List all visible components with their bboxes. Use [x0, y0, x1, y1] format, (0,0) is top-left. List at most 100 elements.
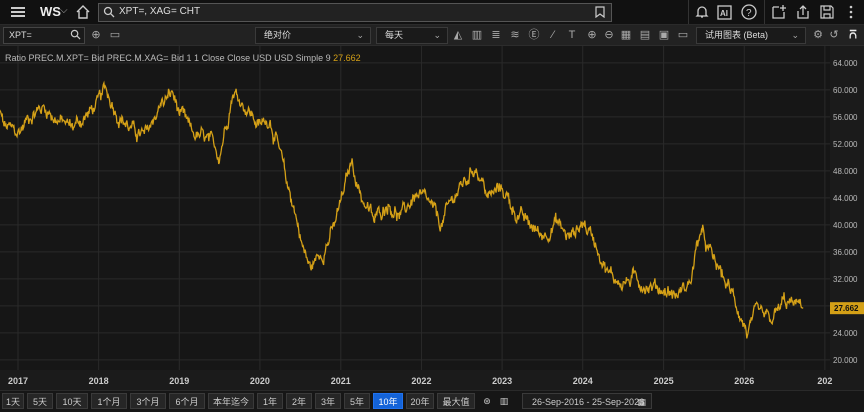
ric-value: XPT=	[9, 30, 32, 40]
y-tick-label: 64.000	[833, 59, 858, 68]
beta-label: 试用图表 (Beta)	[705, 30, 769, 40]
currency-icon[interactable]: Ⓔ	[526, 27, 542, 43]
interval-select[interactable]: 每天 ⌄	[376, 27, 448, 44]
ric-input[interactable]: XPT=	[3, 27, 85, 44]
x-tick-label: 2026	[734, 376, 754, 386]
more-icon[interactable]	[842, 3, 860, 21]
calendar-table-icon[interactable]: ▥	[497, 393, 511, 409]
divider	[764, 0, 765, 24]
series-legend: Ratio PREC.M.XPT= Bid PREC.M.XAG= Bid 1 …	[5, 53, 361, 63]
zoom-out-icon[interactable]: ⊖	[601, 27, 617, 43]
print-icon[interactable]: ▭	[675, 27, 691, 43]
range-button[interactable]: 1年	[257, 393, 283, 409]
new-window-icon[interactable]	[770, 3, 788, 21]
y-tick-label: 32.000	[833, 275, 858, 284]
command-text: XPT=, XAG= CHT	[119, 6, 201, 17]
help-icon[interactable]: ?	[740, 3, 758, 21]
x-tick-label: 2022	[411, 376, 431, 386]
ratio-chart[interactable]: 64.000 60.000 56.000 52.000 48.000 44.000 40.0…	[0, 46, 864, 390]
x-tick-label: 2018	[89, 376, 109, 386]
divider	[688, 0, 689, 24]
x-tick-label: 2020	[250, 376, 270, 386]
x-tick-label: 2025	[654, 376, 674, 386]
compare-icon[interactable]: ⊛	[480, 393, 494, 409]
x-tick-label: 2024	[573, 376, 593, 386]
y-tick-label: 60.000	[833, 86, 858, 95]
zoom-in-icon[interactable]: ⊕	[584, 27, 600, 43]
chevron-down-icon: ⌄	[433, 30, 441, 40]
interval-value: 每天	[385, 30, 404, 40]
calendar-icon: ▦	[637, 397, 646, 407]
range-button[interactable]: 1个月	[91, 393, 127, 409]
gear-icon[interactable]: ⚙	[810, 27, 826, 43]
scale-mode-value: 绝对价	[264, 30, 292, 40]
image-icon[interactable]: ▣	[656, 27, 672, 43]
last-value-label: 27.662	[834, 304, 859, 313]
x-tick-label: 202	[817, 376, 832, 386]
range-button[interactable]: 3个月	[130, 393, 166, 409]
range-button[interactable]: 1天	[2, 393, 24, 409]
y-tick-label: 36.000	[833, 248, 858, 257]
wave-icon[interactable]: ≋	[507, 27, 523, 43]
y-axis-panel	[830, 46, 864, 390]
search-icon	[103, 6, 115, 18]
chevron-down-icon: ⌄	[791, 30, 799, 40]
y-tick-label: 52.000	[833, 140, 858, 149]
y-tick-label: 20.000	[833, 356, 858, 365]
range-button[interactable]: 最大值	[437, 393, 475, 409]
y-tick-label: 40.000	[833, 221, 858, 230]
menu-icon[interactable]	[11, 5, 25, 19]
range-button[interactable]: 10年	[373, 393, 403, 409]
add-series-icon[interactable]: ⊕	[88, 27, 104, 43]
share-icon[interactable]	[794, 3, 812, 21]
x-tick-label: 2021	[331, 376, 351, 386]
chart-toolbar: XPT= ⊕ ▭ 绝对价 ⌄ 每天 ⌄ ◭ ▥ ≣ ≋ Ⓔ ⁄ T ⊕ ⊖ ▦ …	[0, 25, 864, 46]
range-button[interactable]: 2年	[286, 393, 312, 409]
bookmark-icon[interactable]	[595, 6, 605, 18]
range-button[interactable]: 本年迄今	[208, 393, 254, 409]
columns-icon[interactable]: ≣	[488, 27, 504, 43]
bar-chart-icon[interactable]: ▥	[469, 27, 485, 43]
text-icon[interactable]: T	[564, 27, 580, 43]
y-tick-label: 48.000	[833, 167, 858, 176]
range-bar: 1天 5天 10天 1个月 3个月 6个月 本年迄今 1年 2年 3年 5年 10年 20年 最大值 ⊛ …	[0, 390, 864, 412]
legend-last-value: 27.662	[333, 53, 361, 63]
chevron-down-icon: ⌄	[356, 30, 364, 40]
line-icon[interactable]: ⁄	[545, 27, 561, 43]
save-icon[interactable]	[818, 3, 836, 21]
top-bar: WS ⌵ XPT=, XAG= CHT AI ?	[0, 0, 864, 25]
y-tick-label: 44.000	[833, 194, 858, 203]
tradingview-logo-icon: ⩃	[849, 29, 857, 41]
svg-text:?: ?	[746, 8, 752, 19]
svg-text:AI: AI	[720, 9, 728, 18]
search-icon[interactable]	[70, 29, 81, 40]
range-button[interactable]: 10天	[56, 393, 88, 409]
beta-chart-toggle[interactable]: 试用图表 (Beta) ⌄	[696, 27, 806, 44]
range-button[interactable]: 3年	[315, 393, 341, 409]
chevron-down-icon[interactable]: ⌵	[60, 5, 68, 16]
app-logo[interactable]: WS	[40, 4, 61, 19]
range-button[interactable]: 20年	[406, 393, 434, 409]
y-tick-label: 56.000	[833, 113, 858, 122]
bell-icon[interactable]	[693, 3, 711, 21]
y-tick-label: 24.000	[833, 329, 858, 338]
range-button[interactable]: 5年	[344, 393, 370, 409]
x-tick-label: 2017	[8, 376, 28, 386]
table-icon[interactable]: ▦	[618, 27, 634, 43]
x-tick-label: 2023	[492, 376, 512, 386]
ai-icon[interactable]: AI	[716, 3, 734, 21]
command-input[interactable]: XPT=, XAG= CHT	[98, 3, 612, 22]
plot-background	[0, 46, 864, 390]
range-button[interactable]: 5天	[27, 393, 53, 409]
date-range-text: 26-Sep-2016 - 25-Sep-2026	[532, 397, 645, 407]
range-button[interactable]: 6个月	[169, 393, 205, 409]
x-tick-label: 2019	[169, 376, 189, 386]
refresh-icon[interactable]: ↺	[826, 27, 842, 43]
folder-icon[interactable]: ▭	[107, 27, 123, 43]
legend-text: Ratio PREC.M.XPT= Bid PREC.M.XAG= Bid 1 …	[5, 53, 331, 63]
scale-mode-select[interactable]: 绝对价 ⌄	[255, 27, 371, 44]
area-chart-icon[interactable]: ◭	[450, 27, 466, 43]
grid-icon[interactable]: ▤	[637, 27, 653, 43]
home-icon[interactable]	[74, 3, 92, 21]
date-range-field[interactable]: 26-Sep-2016 - 25-Sep-2026 ▦	[522, 393, 652, 409]
